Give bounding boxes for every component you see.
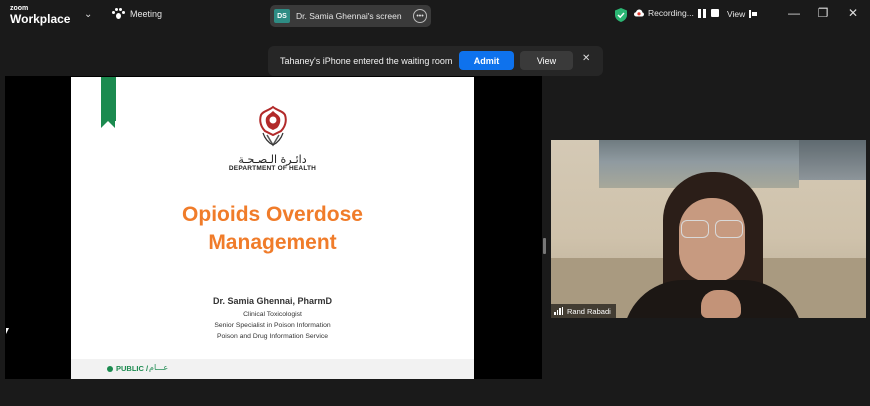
mouse-cursor-icon — [6, 328, 9, 334]
slide-title-line-1: Opioids Overdose — [182, 203, 363, 226]
classification-dot — [107, 366, 113, 372]
classification-label-arabic: عـــام — [149, 363, 169, 372]
restore-button[interactable]: ❐ — [815, 6, 831, 20]
minimize-button[interactable]: — — [786, 6, 802, 20]
participant-name-tag: Rand Rabadi — [551, 304, 616, 318]
admit-button[interactable]: Admit — [459, 51, 514, 70]
signal-bars-icon — [554, 307, 563, 315]
screen-share-indicator[interactable]: DS Dr. Samia Ghennai's screen ••• — [270, 5, 431, 27]
chevron-down-icon[interactable]: ⌄ — [84, 9, 92, 20]
glasses — [678, 220, 746, 238]
meeting-tab[interactable]: Meeting — [112, 8, 162, 20]
brand-big: Workplace — [10, 12, 71, 26]
participant-face — [679, 198, 745, 282]
presenter-position: Senior Specialist in Poison Information — [214, 322, 331, 329]
view-label: View — [727, 9, 746, 19]
more-options-icon[interactable]: ••• — [413, 9, 427, 23]
abu-dhabi-emblem-icon — [259, 105, 287, 147]
zoom-workplace-logo[interactable]: zoom Workplace — [10, 5, 70, 25]
classification-label: PUBLIC / — [116, 364, 149, 373]
pause-icon[interactable] — [697, 8, 707, 18]
shield-check-icon[interactable] — [615, 8, 627, 22]
close-icon[interactable]: ✕ — [582, 53, 590, 64]
green-ribbon — [101, 77, 116, 128]
view-menu[interactable]: View — [727, 9, 758, 19]
participant-name: Rand Rabadi — [567, 306, 611, 316]
slide-footer: PUBLIC / عـــام — [71, 359, 474, 379]
stop-icon[interactable] — [710, 9, 719, 17]
view-layout-icon — [749, 10, 758, 18]
meeting-label: Meeting — [130, 9, 163, 19]
share-indicator-label: Dr. Samia Ghennai's screen — [296, 11, 402, 21]
presenter-name: Dr. Samia Ghennai, PharmD — [212, 296, 333, 306]
brand-small: zoom — [10, 5, 29, 12]
waiting-room-notification: Tahaney's iPhone entered the waiting roo… — [268, 46, 603, 76]
cloud-record-icon — [634, 9, 644, 17]
presenter-role: Clinical Toxicologist — [243, 311, 302, 318]
participant-video[interactable] — [551, 140, 866, 318]
recording-label: Recording... — [648, 8, 694, 18]
waiting-room-message: Tahaney's iPhone entered the waiting roo… — [280, 56, 453, 66]
slide-title-line-2: Management — [208, 231, 337, 254]
close-button[interactable]: ✕ — [845, 6, 861, 20]
recording-status[interactable]: Recording... — [634, 8, 719, 18]
presenter-avatar: DS — [274, 9, 290, 23]
participant-hand — [701, 290, 741, 318]
presentation-slide: دائـرة الـصـحـة DEPARTMENT OF HEALTH Opi… — [71, 77, 474, 379]
panel-resize-handle[interactable] — [543, 238, 546, 254]
title-bar: zoom Workplace ⌄ Meeting DS Dr. Samia Gh… — [0, 0, 870, 32]
presenter-department: Poison and Drug Information Service — [216, 333, 329, 340]
slide-title: Opioids Overdose Management — [71, 201, 474, 257]
org-name: DEPARTMENT OF HEALTH — [228, 165, 317, 172]
paw-icon — [112, 8, 125, 20]
background-painting — [799, 140, 866, 180]
view-button[interactable]: View — [520, 51, 573, 70]
